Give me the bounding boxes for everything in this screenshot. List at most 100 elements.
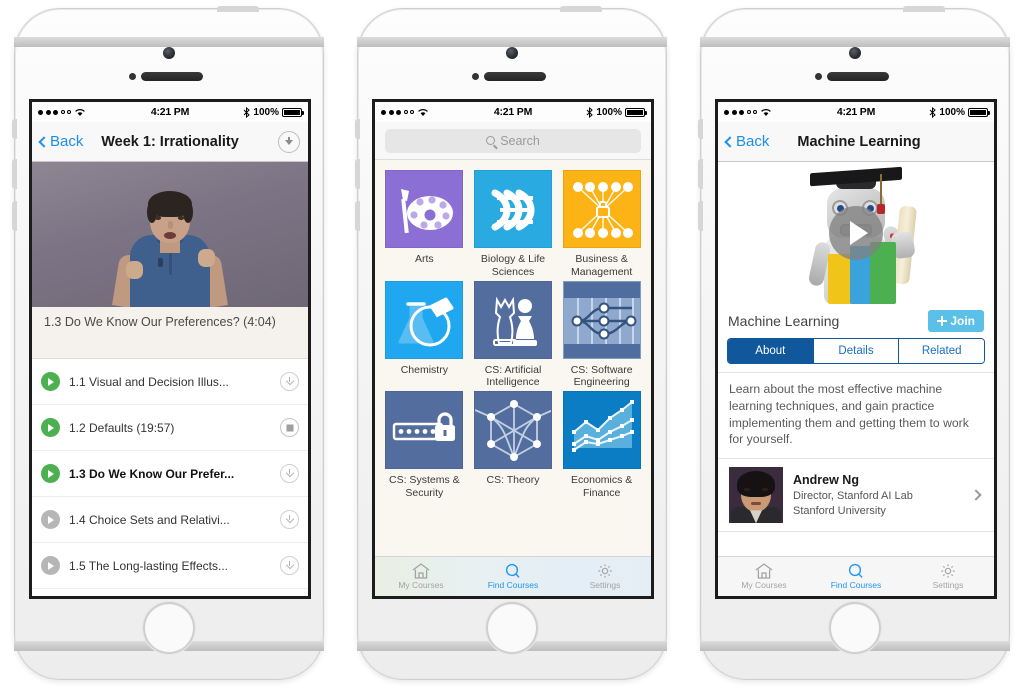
- download-icon[interactable]: [280, 372, 299, 391]
- mute-switch[interactable]: [698, 119, 703, 139]
- play-button-icon[interactable]: [829, 206, 883, 260]
- screenshot-stage: 4:21 PM 100% Back Week 1: Irrationality …: [0, 0, 1024, 690]
- volume-up-button[interactable]: [12, 159, 17, 189]
- password-lock-icon: [385, 391, 464, 470]
- search-icon: [504, 563, 522, 579]
- category-systems-security[interactable]: CS: Systems & Security: [383, 391, 466, 500]
- tab-settings[interactable]: Settings: [902, 557, 994, 596]
- instructor-name: Andrew Ng: [793, 473, 859, 488]
- list-item[interactable]: 1.2 Defaults (19:57): [32, 405, 308, 451]
- play-icon[interactable]: [41, 372, 60, 391]
- status-bar: 4:21 PM 100%: [718, 102, 994, 122]
- power-button[interactable]: [560, 6, 602, 12]
- download-icon: [278, 130, 300, 153]
- course-description: Learn about the most effective machine l…: [718, 372, 994, 458]
- search-input[interactable]: Search: [385, 128, 641, 153]
- category-biology[interactable]: Biology & Life Sciences: [472, 170, 555, 279]
- back-label: Back: [50, 133, 84, 150]
- segmented-control: About Details Related: [727, 338, 985, 364]
- avatar: [729, 467, 783, 524]
- download-icon[interactable]: [280, 510, 299, 529]
- power-button[interactable]: [903, 6, 945, 12]
- proximity-sensor-icon: [815, 73, 822, 80]
- tab-find-courses[interactable]: Find Courses: [467, 557, 559, 596]
- category-label: CS: Software Engineering: [570, 363, 633, 389]
- tab-my-courses[interactable]: My Courses: [718, 557, 810, 596]
- category-ai[interactable]: CS: Artificial Intelligence: [472, 280, 555, 390]
- phone-screen-1: 4:21 PM 100% Back Week 1: Irrationality …: [29, 99, 311, 599]
- stop-download-icon[interactable]: [280, 418, 299, 437]
- play-icon[interactable]: [41, 464, 60, 483]
- play-icon[interactable]: [41, 510, 60, 529]
- home-button[interactable]: [828, 601, 882, 655]
- home-icon: [412, 563, 430, 579]
- download-icon[interactable]: [280, 464, 299, 483]
- volume-up-button[interactable]: [355, 159, 360, 189]
- list-item[interactable]: 1.3 Do We Know Our Prefer...: [32, 451, 308, 497]
- mute-switch[interactable]: [12, 119, 17, 139]
- category-label: Business & Management: [571, 253, 633, 278]
- front-camera-icon: [506, 47, 518, 59]
- home-button[interactable]: [485, 601, 539, 655]
- earpiece-speaker: [484, 72, 546, 81]
- volume-down-button[interactable]: [698, 201, 703, 231]
- list-item[interactable]: 1.1 Visual and Decision Illus...: [32, 359, 308, 405]
- play-icon[interactable]: [41, 418, 60, 437]
- palette-icon: [385, 170, 464, 248]
- instructor-role: Director, Stanford AI Lab: [793, 490, 913, 503]
- power-button[interactable]: [217, 6, 259, 12]
- search-icon: [847, 563, 865, 579]
- tab-find-courses[interactable]: Find Courses: [810, 557, 902, 596]
- front-camera-icon: [163, 47, 175, 59]
- battery-icon: [625, 107, 647, 117]
- tab-label: Find Courses: [830, 580, 882, 590]
- bezel-band-top: [14, 37, 324, 47]
- category-chemistry[interactable]: Chemistry: [383, 280, 466, 390]
- tab-related[interactable]: Related: [898, 339, 984, 363]
- network-briefcase-icon: [562, 170, 641, 248]
- tab-about[interactable]: About: [728, 339, 813, 363]
- play-icon[interactable]: [41, 556, 60, 575]
- tab-label: My Courses: [741, 580, 787, 590]
- category-label: CS: Artificial Intelligence: [484, 363, 542, 389]
- course-video-thumbnail[interactable]: [718, 162, 994, 304]
- category-grid: Arts Biology & Life Sciences Business & …: [375, 160, 651, 556]
- join-label: Join: [950, 314, 975, 328]
- lesson-title: 1.5 The Long-lasting Effects...: [69, 558, 228, 573]
- phone-screen-3: 4:21 PM 100% Back Machine Learning Machi…: [715, 99, 997, 599]
- tab-details[interactable]: Details: [812, 339, 899, 363]
- back-button[interactable]: Back: [38, 133, 84, 150]
- volume-down-button[interactable]: [355, 201, 360, 231]
- status-bar-clock: 4:21 PM: [836, 106, 876, 118]
- video-player[interactable]: [32, 162, 308, 307]
- dna-icon: [473, 170, 552, 248]
- category-arts[interactable]: Arts: [383, 170, 466, 279]
- download-all-button[interactable]: [278, 130, 300, 153]
- bezel-band-top: [700, 37, 1010, 47]
- flask-icon: [385, 280, 464, 359]
- home-button[interactable]: [142, 601, 196, 655]
- volume-up-button[interactable]: [698, 159, 703, 189]
- category-business[interactable]: Business & Management: [560, 170, 643, 279]
- tab-settings[interactable]: Settings: [559, 557, 651, 596]
- category-theory[interactable]: CS: Theory: [472, 391, 555, 500]
- status-bar-clock: 4:21 PM: [493, 106, 533, 118]
- lesson-title: 1.2 Defaults (19:57): [69, 420, 175, 435]
- volume-down-button[interactable]: [12, 201, 17, 231]
- mute-switch[interactable]: [355, 119, 360, 139]
- category-label: Chemistry: [400, 363, 448, 376]
- home-icon: [755, 563, 773, 579]
- tab-my-courses[interactable]: My Courses: [375, 557, 467, 596]
- join-button[interactable]: Join: [928, 310, 984, 332]
- category-economics[interactable]: Economics & Finance: [560, 391, 643, 500]
- course-header: Machine Learning Join: [718, 304, 994, 338]
- instructor-row[interactable]: Andrew Ng Director, Stanford AI Lab Stan…: [718, 458, 994, 533]
- tab-label: Settings: [589, 580, 621, 590]
- list-item[interactable]: 1.4 Choice Sets and Relativi...: [32, 497, 308, 543]
- category-software-engineering[interactable]: CS: Software Engineering: [560, 280, 643, 390]
- download-icon[interactable]: [280, 556, 299, 575]
- back-button[interactable]: Back: [724, 133, 769, 150]
- list-item[interactable]: 1.5 The Long-lasting Effects...: [32, 543, 308, 589]
- chevron-right-icon: [970, 489, 982, 501]
- chess-icon: [473, 280, 552, 359]
